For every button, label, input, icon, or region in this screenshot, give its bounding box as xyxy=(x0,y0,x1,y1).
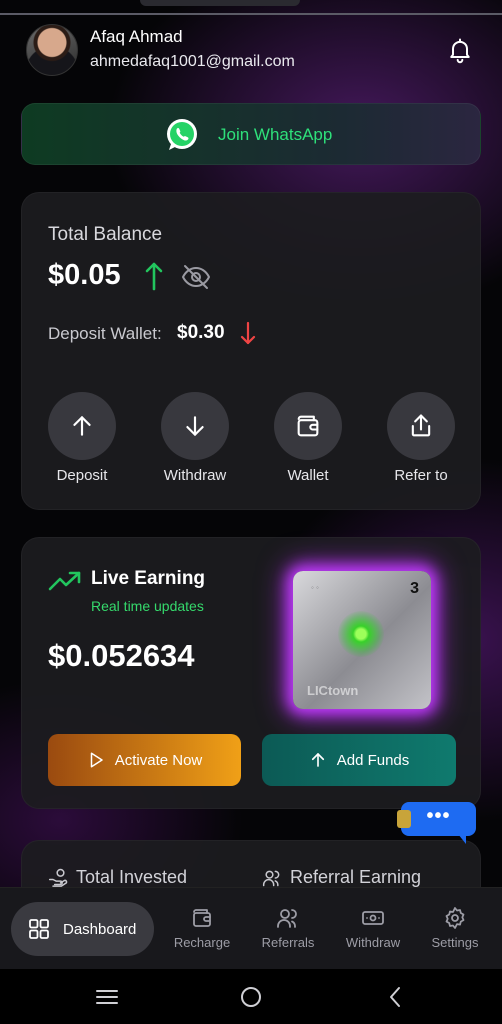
arrow-up-green-icon xyxy=(145,262,163,291)
system-navigation-bar xyxy=(0,969,502,1024)
arrow-up-icon xyxy=(73,416,91,436)
wallet-label: Wallet xyxy=(287,467,329,484)
user-email: ahmedafaq1001@gmail.com xyxy=(90,53,295,70)
back-icon[interactable] xyxy=(382,983,410,1011)
total-invested-label: Total Invested xyxy=(76,867,188,887)
hand-coin-icon xyxy=(48,868,68,887)
gear-icon xyxy=(445,907,465,929)
nav-settings-label: Settings xyxy=(431,935,479,950)
chip-number: 3 xyxy=(410,580,419,597)
bell-icon[interactable] xyxy=(446,36,474,64)
chip-glow-icon xyxy=(338,611,384,657)
top-divider xyxy=(0,13,502,15)
dashboard-grid-icon xyxy=(29,919,49,939)
add-funds-label: Add Funds xyxy=(336,751,410,769)
cash-icon xyxy=(362,911,384,925)
deposit-wallet-value: $0.30 xyxy=(177,322,225,343)
nav-referrals-label: Referrals xyxy=(261,935,315,950)
refer-action[interactable]: Refer to xyxy=(376,392,466,492)
live-earning-subtitle: Real time updates xyxy=(91,598,204,614)
nav-dashboard-label: Dashboard xyxy=(63,920,137,938)
referral-earning-label: Referral Earning xyxy=(290,867,422,887)
wallet-button[interactable] xyxy=(274,392,342,460)
chat-support-button[interactable]: ••• xyxy=(397,802,476,844)
nav-item-referrals[interactable]: Referrals xyxy=(248,904,328,960)
withdraw-label: Withdraw xyxy=(163,467,227,484)
whatsapp-label: Join WhatsApp xyxy=(218,125,333,144)
recharge-icon xyxy=(193,909,211,927)
chat-dots-icon: ••• xyxy=(426,805,451,827)
chip-top-mark: ◦ ◦ xyxy=(311,583,319,592)
users-icon xyxy=(262,870,280,887)
play-icon xyxy=(90,752,103,768)
total-balance-title: Total Balance xyxy=(48,224,163,245)
wallet-icon xyxy=(297,415,319,437)
withdraw-action[interactable]: Withdraw xyxy=(150,392,240,492)
arrow-down-red-icon xyxy=(240,321,256,345)
deposit-label: Deposit xyxy=(56,467,108,484)
recent-apps-icon[interactable] xyxy=(93,983,121,1011)
arrow-up-icon xyxy=(311,753,324,767)
referrals-icon xyxy=(277,909,297,928)
arrow-down-icon xyxy=(186,416,204,436)
live-earning-amount: $0.052634 xyxy=(48,638,195,673)
nav-item-settings[interactable]: Settings xyxy=(415,904,495,960)
refer-label: Refer to xyxy=(394,467,448,484)
nav-item-withdraw[interactable]: Withdraw xyxy=(333,904,413,960)
live-earning-card: Live Earning Real time updates $0.052634… xyxy=(21,537,481,809)
whatsapp-icon xyxy=(167,119,197,150)
chip-brand: LICtown xyxy=(307,683,359,698)
chat-tab xyxy=(397,810,411,828)
refer-button[interactable] xyxy=(387,392,455,460)
eye-off-icon[interactable] xyxy=(180,263,212,291)
total-balance-amount: $0.05 xyxy=(48,259,121,291)
withdraw-button[interactable] xyxy=(161,392,229,460)
trending-up-icon xyxy=(48,571,81,591)
deposit-action[interactable]: Deposit xyxy=(37,392,127,492)
nav-withdraw-label: Withdraw xyxy=(345,935,401,950)
nav-recharge-label: Recharge xyxy=(173,935,231,950)
nav-item-dashboard[interactable]: Dashboard xyxy=(11,902,154,956)
avatar[interactable] xyxy=(26,24,78,76)
live-earning-title: Live Earning xyxy=(91,568,206,589)
deposit-wallet-label: Deposit Wallet: xyxy=(48,324,162,343)
share-icon xyxy=(411,414,431,437)
activate-now-button[interactable]: Activate Now xyxy=(48,734,241,786)
join-whatsapp-button[interactable]: Join WhatsApp xyxy=(21,103,481,165)
add-funds-button[interactable]: Add Funds xyxy=(262,734,456,786)
top-pill xyxy=(140,0,300,6)
profile-header: Afaq Ahmad ahmedafaq1001@gmail.com xyxy=(26,24,478,80)
deposit-button[interactable] xyxy=(48,392,116,460)
wallet-action[interactable]: Wallet xyxy=(263,392,353,492)
balance-card: Total Balance $0.05 Deposit Wallet: $0.3… xyxy=(21,192,481,510)
chat-tail xyxy=(458,834,466,844)
nav-item-recharge[interactable]: Recharge xyxy=(162,904,242,960)
user-name: Afaq Ahmad xyxy=(90,27,183,46)
activate-now-label: Activate Now xyxy=(114,751,203,769)
home-icon[interactable] xyxy=(237,983,265,1011)
mining-chip-image: ◦ ◦ 3 LICtown xyxy=(293,571,431,709)
bottom-navigation: Dashboard Recharge Referrals Withdraw Se… xyxy=(0,887,502,969)
